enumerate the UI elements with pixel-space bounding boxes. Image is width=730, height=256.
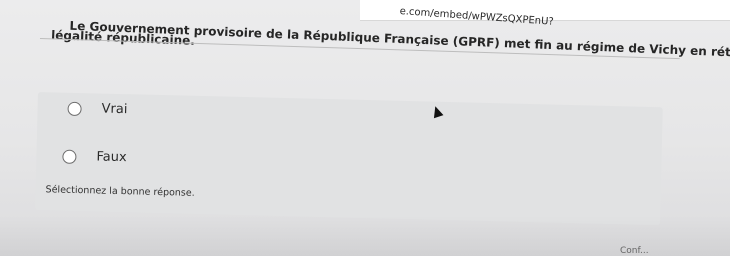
screen: e.com/embed/wPWZsQXPEnU? Le Gouvernement… xyxy=(0,0,730,256)
option-label[interactable]: Faux xyxy=(96,149,127,165)
radio-button-icon[interactable] xyxy=(62,149,77,164)
instruction-text: Sélectionnez la bonne réponse. xyxy=(45,184,195,199)
option-faux[interactable]: Faux xyxy=(62,149,127,165)
radio-button-icon[interactable] xyxy=(67,101,82,116)
partial-footer-text: Conf... xyxy=(620,246,649,256)
answers-panel: Vrai Faux Sélectionnez la bonne réponse. xyxy=(35,92,663,226)
option-label[interactable]: Vrai xyxy=(101,102,127,118)
option-vrai[interactable]: Vrai xyxy=(67,101,128,118)
